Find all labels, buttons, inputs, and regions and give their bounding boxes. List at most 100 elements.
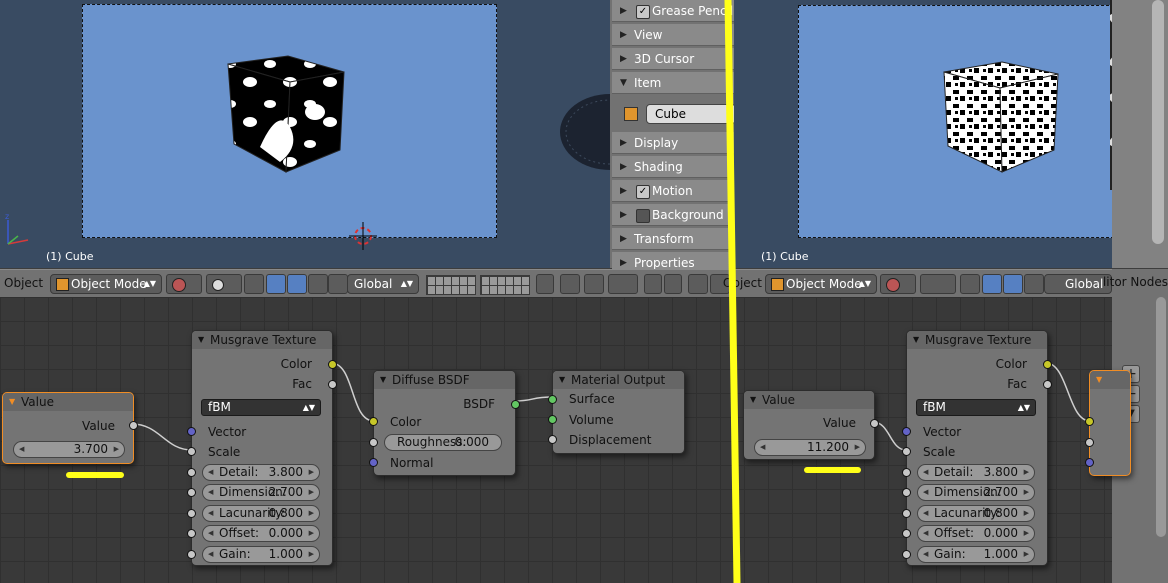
- value-node-right[interactable]: ▼ Value Value ◀ 11.200 ▶: [743, 390, 879, 460]
- diffuse-bsdf-node[interactable]: ▼ Diffuse BSDF BSDF Color Roughness: 0.000…: [369, 370, 520, 476]
- value-output-socket[interactable]: [129, 421, 138, 430]
- render-animation-button[interactable]: [664, 274, 682, 294]
- value-field-right[interactable]: ◀ 11.200 ▶: [754, 439, 866, 456]
- manipulator-scale-button-right[interactable]: [1024, 274, 1044, 294]
- manipulator-extra-button[interactable]: [328, 274, 348, 294]
- manipulator-scale-button[interactable]: [308, 274, 328, 294]
- diffuse-roughness-socket[interactable]: [369, 438, 378, 447]
- diffuse-roughness-field[interactable]: Roughness: 0.000: [384, 434, 502, 451]
- musgrave-offset-field[interactable]: ◀ Offset: 0.000 ▶: [202, 525, 320, 542]
- musgrave-color-socket-right[interactable]: [1043, 360, 1052, 369]
- render-image-button[interactable]: [644, 274, 662, 294]
- cube-mode-icon: [56, 278, 69, 291]
- panel-motion-tracking[interactable]: ▶✓Motion Tracking: [612, 180, 734, 220]
- panel-view[interactable]: ▶ View: [612, 24, 734, 46]
- musgrave-scale-socket-right[interactable]: [902, 447, 911, 456]
- value-field-left[interactable]: ◀ 3.700 ▶: [13, 441, 125, 458]
- musgrave-scale-socket[interactable]: [187, 447, 196, 456]
- right-side-panel: [1112, 0, 1168, 268]
- layer-buttons-2[interactable]: [480, 275, 530, 295]
- panel-3d-cursor[interactable]: ▶ 3D Cursor: [612, 48, 734, 70]
- musgrave-offset-socket[interactable]: [187, 529, 196, 538]
- mode-dropdown-left[interactable]: Object Mode ▲▼: [50, 274, 162, 294]
- snap-element-button[interactable]: [608, 274, 638, 294]
- musgrave-fac-socket-right[interactable]: [1043, 380, 1052, 389]
- musgrave-color-label-right: Color: [995, 357, 1027, 371]
- properties-panel[interactable]: ▶ ✓ Grease Pencil ▶ View ▶ 3D Cursor ▼ Item C…: [610, 0, 736, 274]
- orientation-dropdown-left[interactable]: Global ▲▼: [347, 274, 419, 294]
- musgrave-detail-socket[interactable]: [187, 468, 196, 477]
- musgrave-gain-socket[interactable]: [187, 550, 196, 559]
- pivot-button[interactable]: [206, 274, 242, 294]
- material-output-title: Material Output: [571, 373, 666, 387]
- viewport-shading-button-right[interactable]: [880, 274, 916, 294]
- output-surface-socket[interactable]: [548, 395, 557, 404]
- musgrave-dimension-socket-right[interactable]: [902, 488, 911, 497]
- musgrave-title-right: Musgrave Texture: [925, 333, 1032, 347]
- proportional-edit-button[interactable]: [560, 274, 580, 294]
- viewport-right[interactable]: (1) Cube: [734, 0, 1134, 268]
- manipulator-rotate-button[interactable]: [287, 274, 307, 294]
- transform-widget-button[interactable]: [244, 274, 264, 294]
- musgrave-lacunarity-field-right[interactable]: ◀ Lacunarity: 0.800 ▶: [917, 505, 1035, 522]
- diffuse-color-socket[interactable]: [369, 417, 378, 426]
- musgrave-offset-socket-right[interactable]: [902, 529, 911, 538]
- musgrave-gain-socket-right[interactable]: [902, 550, 911, 559]
- object-menu-left[interactable]: Object: [4, 276, 43, 290]
- musgrave-lacunarity-field[interactable]: ◀ Lacunarity: 0.800 ▶: [202, 505, 320, 522]
- partial-node-roughness-socket[interactable]: [1085, 438, 1094, 447]
- musgrave-detail-socket-right[interactable]: [902, 468, 911, 477]
- manipulator-rotate-button-right[interactable]: [1003, 274, 1023, 294]
- panel-item[interactable]: ▼ Item: [612, 72, 734, 94]
- pivot-button-right[interactable]: [920, 274, 956, 294]
- panel-display[interactable]: ▶ Display: [612, 132, 734, 154]
- orientation-dropdown-right[interactable]: Global: [1044, 274, 1112, 294]
- musgrave-vector-socket-right[interactable]: [902, 427, 911, 436]
- manipulator-translate-button[interactable]: [266, 274, 286, 294]
- partial-node-color-socket[interactable]: [1085, 417, 1094, 426]
- panel-transform-orientations[interactable]: ▶Transform Orientations: [612, 228, 734, 268]
- musgrave-node-left[interactable]: ▼ Musgrave Texture Color Fac fBM ▲▼ Vector…: [187, 330, 337, 566]
- material-output-node[interactable]: ▼ Material Output Surface Volume Displace…: [548, 370, 685, 454]
- value-output-socket-right[interactable]: [870, 419, 879, 428]
- output-volume-socket[interactable]: [548, 415, 557, 424]
- musgrave-lacunarity-socket[interactable]: [187, 509, 196, 518]
- panel-background-images[interactable]: ▶Background Images: [612, 204, 734, 244]
- value-node-left[interactable]: ▼ Value Value ◀ 3.700 ▶: [2, 392, 138, 464]
- vertical-scrollbar[interactable]: [1152, 0, 1164, 244]
- lock-layers-button[interactable]: [536, 274, 554, 294]
- musgrave-vector-socket[interactable]: [187, 427, 196, 436]
- diffuse-normal-socket[interactable]: [369, 458, 378, 467]
- musgrave-dimension-socket[interactable]: [187, 488, 196, 497]
- output-displacement-label: Displacement: [569, 433, 652, 447]
- output-displacement-socket[interactable]: [548, 435, 557, 444]
- partial-node-right[interactable]: ▼: [1085, 370, 1131, 476]
- musgrave-lacunarity-socket-right[interactable]: [902, 509, 911, 518]
- musgrave-type-menu[interactable]: fBM ▲▼: [201, 399, 321, 416]
- snap-toggle-button[interactable]: [584, 274, 604, 294]
- sidebar-scrollbar[interactable]: [1156, 297, 1166, 537]
- musgrave-gain-field[interactable]: ◀ Gain: 1.000 ▶: [202, 546, 320, 563]
- toggle-button-a[interactable]: [688, 274, 708, 294]
- musgrave-detail-field-right[interactable]: ◀ Detail: 3.800 ▶: [917, 464, 1035, 481]
- 3d-cursor-icon: [349, 222, 377, 250]
- panel-grease-pencil[interactable]: ▶ ✓ Grease Pencil: [612, 0, 734, 22]
- musgrave-dimension-field-right[interactable]: ◀ Dimension: 2.700 ▶: [917, 484, 1035, 501]
- viewport-left[interactable]: z (1) Cube: [0, 0, 613, 268]
- musgrave-color-socket[interactable]: [328, 360, 337, 369]
- musgrave-fac-socket[interactable]: [328, 380, 337, 389]
- viewport-shading-button[interactable]: [166, 274, 202, 294]
- musgrave-gain-field-right[interactable]: ◀ Gain: 1.000 ▶: [917, 546, 1035, 563]
- musgrave-detail-field[interactable]: ◀ Detail: 3.800 ▶: [202, 464, 320, 481]
- musgrave-offset-field-right[interactable]: ◀ Offset: 0.000 ▶: [917, 525, 1035, 542]
- partial-node-normal-socket[interactable]: [1085, 458, 1094, 467]
- diffuse-bsdf-socket[interactable]: [511, 400, 520, 409]
- transform-widget-button-right[interactable]: [960, 274, 980, 294]
- manipulator-translate-button-right[interactable]: [982, 274, 1002, 294]
- musgrave-node-right[interactable]: ▼ Musgrave Texture Color Fac fBM ▲▼ Vector…: [902, 330, 1052, 566]
- mode-dropdown-right[interactable]: Object Mode ▲▼: [765, 274, 877, 294]
- panel-shading[interactable]: ▶ Shading: [612, 156, 734, 178]
- musgrave-dimension-field[interactable]: ◀ Dimension: 2.700 ▶: [202, 484, 320, 501]
- musgrave-type-menu-right[interactable]: fBM ▲▼: [916, 399, 1036, 416]
- layer-buttons-1[interactable]: [426, 275, 476, 295]
